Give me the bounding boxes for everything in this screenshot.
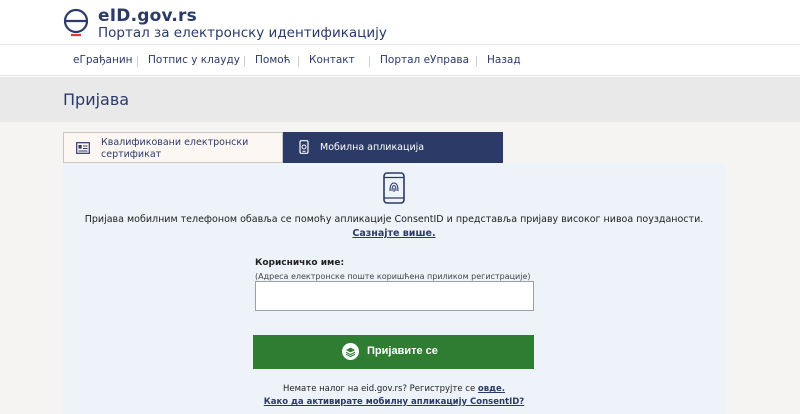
- main-nav: еГрађанин Потпис у клауду Помоћ Контакт …: [0, 44, 800, 76]
- nav-divider: [476, 56, 477, 67]
- site-header: eID.gov.rs Портал за електронску идентиф…: [0, 0, 800, 44]
- eid-logo-icon[interactable]: [62, 7, 92, 39]
- login-button[interactable]: Пријавите се: [253, 335, 534, 369]
- username-hint: (Адреса електронске поште коришћена прил…: [255, 272, 531, 281]
- tab-qualified-certificate[interactable]: Квалификовани електронски сертификат: [63, 132, 283, 163]
- id-card-icon: [76, 142, 90, 154]
- nav-divider: [244, 56, 245, 67]
- brand-title[interactable]: eID.gov.rs: [98, 6, 197, 26]
- brand-subtitle: Портал за електронску идентификацију: [98, 25, 387, 41]
- nav-item-egradjanin[interactable]: еГрађанин: [73, 54, 133, 66]
- layers-icon: [342, 343, 359, 360]
- login-description: Пријава мобилним телефоном обавља се пом…: [63, 213, 725, 241]
- nav-item-cloud-signature[interactable]: Потпис у клауду: [148, 54, 240, 66]
- learn-more-link[interactable]: Сазнајте више.: [352, 228, 435, 239]
- nav-divider: [369, 56, 370, 67]
- phone-fingerprint-icon: [383, 172, 405, 204]
- nav-divider: [298, 56, 299, 67]
- nav-divider: [137, 56, 138, 67]
- register-line: Немате налог на eid.gov.rs? Региструјте …: [63, 384, 725, 394]
- page-title: Пријава: [63, 90, 130, 109]
- login-button-label: Пријавите се: [367, 345, 438, 357]
- register-text: Немате налог на eid.gov.rs? Региструјте …: [283, 384, 478, 394]
- nav-item-euprava-portal[interactable]: Портал еУправа: [380, 54, 469, 66]
- tab-mobile-app[interactable]: Мобилна апликација: [283, 132, 503, 163]
- nav-item-help[interactable]: Помоћ: [255, 54, 291, 66]
- tab-label: Мобилна апликација: [320, 142, 425, 153]
- nav-item-contact[interactable]: Контакт: [309, 54, 355, 66]
- tab-label: Квалификовани електронски сертификат: [101, 137, 249, 160]
- description-text: Пријава мобилним телефоном обавља се пом…: [84, 214, 704, 225]
- mobile-login-panel: Пријава мобилним телефоном обавља се пом…: [63, 163, 725, 414]
- page-title-band: Пријава: [0, 77, 800, 122]
- activate-app-link[interactable]: Како да активирате мобилну апликацију Co…: [63, 397, 725, 407]
- username-label: Корисничко име:: [255, 258, 345, 268]
- username-input[interactable]: [255, 281, 534, 311]
- register-link[interactable]: овде.: [478, 384, 505, 394]
- mobile-app-icon: [299, 140, 309, 154]
- nav-item-back[interactable]: Назад: [487, 54, 521, 66]
